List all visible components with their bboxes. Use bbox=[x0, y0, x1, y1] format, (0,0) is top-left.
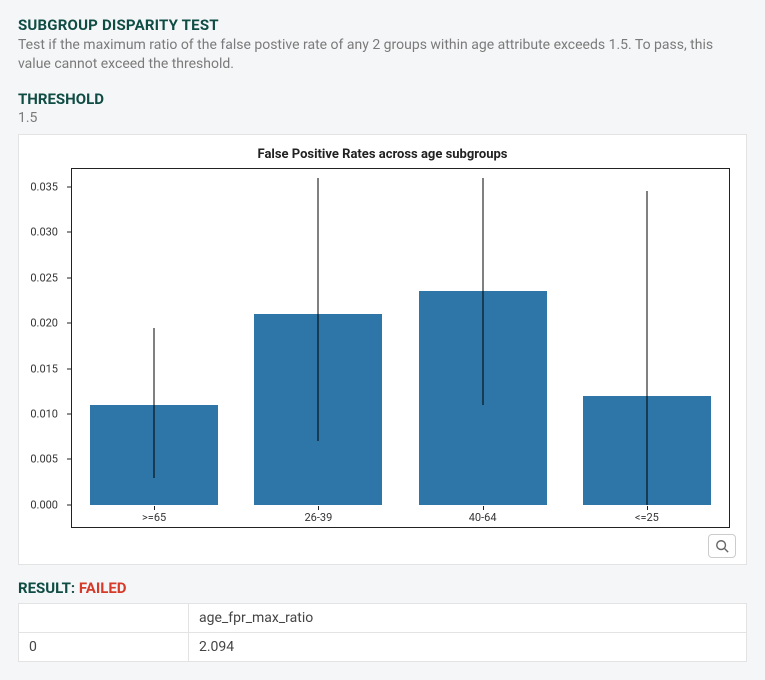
y-tick-label: 0.005 bbox=[30, 453, 64, 466]
table-header-row: age_fpr_max_ratio bbox=[19, 603, 747, 632]
x-tick-mark bbox=[318, 506, 319, 510]
y-tick-label: 0.035 bbox=[30, 180, 64, 193]
table-cell-index: 0 bbox=[19, 632, 189, 661]
threshold-label: THRESHOLD bbox=[18, 90, 747, 108]
y-tick-label: 0.020 bbox=[30, 317, 64, 330]
x-tick-mark bbox=[154, 506, 155, 510]
result-prefix: RESULT: bbox=[18, 579, 79, 597]
section-description: Test if the maximum ratio of the false p… bbox=[18, 36, 747, 74]
y-tick-label: 0.000 bbox=[30, 498, 64, 511]
zoom-button[interactable] bbox=[708, 534, 736, 558]
chart-toolbar bbox=[27, 528, 738, 558]
chart-error-bar bbox=[154, 328, 155, 478]
x-tick-label: >=65 bbox=[142, 511, 166, 524]
section-title: SUBGROUP DISPARITY TEST bbox=[18, 16, 747, 34]
threshold-value: 1.5 bbox=[18, 110, 747, 126]
chart-error-bar bbox=[482, 178, 483, 405]
x-tick-label: <=25 bbox=[635, 511, 659, 524]
result-line: RESULT: FAILED bbox=[18, 579, 747, 597]
x-tick-mark bbox=[647, 506, 648, 510]
chart-card: False Positive Rates across age subgroup… bbox=[18, 134, 747, 565]
table-cell-value: 2.094 bbox=[189, 632, 747, 661]
y-tick-label: 0.030 bbox=[30, 226, 64, 239]
table-row: 0 2.094 bbox=[19, 632, 747, 661]
magnifier-icon bbox=[715, 539, 729, 553]
chart-frame: 0.0000.0050.0100.0150.0200.0250.0300.035… bbox=[71, 168, 730, 528]
result-status: FAILED bbox=[79, 579, 127, 597]
y-tick-label: 0.010 bbox=[30, 407, 64, 420]
y-tick-label: 0.015 bbox=[30, 362, 64, 375]
table-header-col1: age_fpr_max_ratio bbox=[189, 603, 747, 632]
y-tick-label: 0.025 bbox=[30, 271, 64, 284]
result-table: age_fpr_max_ratio 0 2.094 bbox=[18, 603, 747, 662]
x-tick-mark bbox=[483, 506, 484, 510]
table-header-index bbox=[19, 603, 189, 632]
x-tick-label: 26-39 bbox=[304, 511, 332, 524]
chart-plot-area: 0.0000.0050.0100.0150.0200.0250.0300.035… bbox=[72, 169, 729, 505]
chart-error-bar bbox=[646, 191, 647, 504]
x-tick-label: 40-64 bbox=[469, 511, 497, 524]
chart-title: False Positive Rates across age subgroup… bbox=[27, 147, 738, 162]
chart-error-bar bbox=[318, 178, 319, 441]
